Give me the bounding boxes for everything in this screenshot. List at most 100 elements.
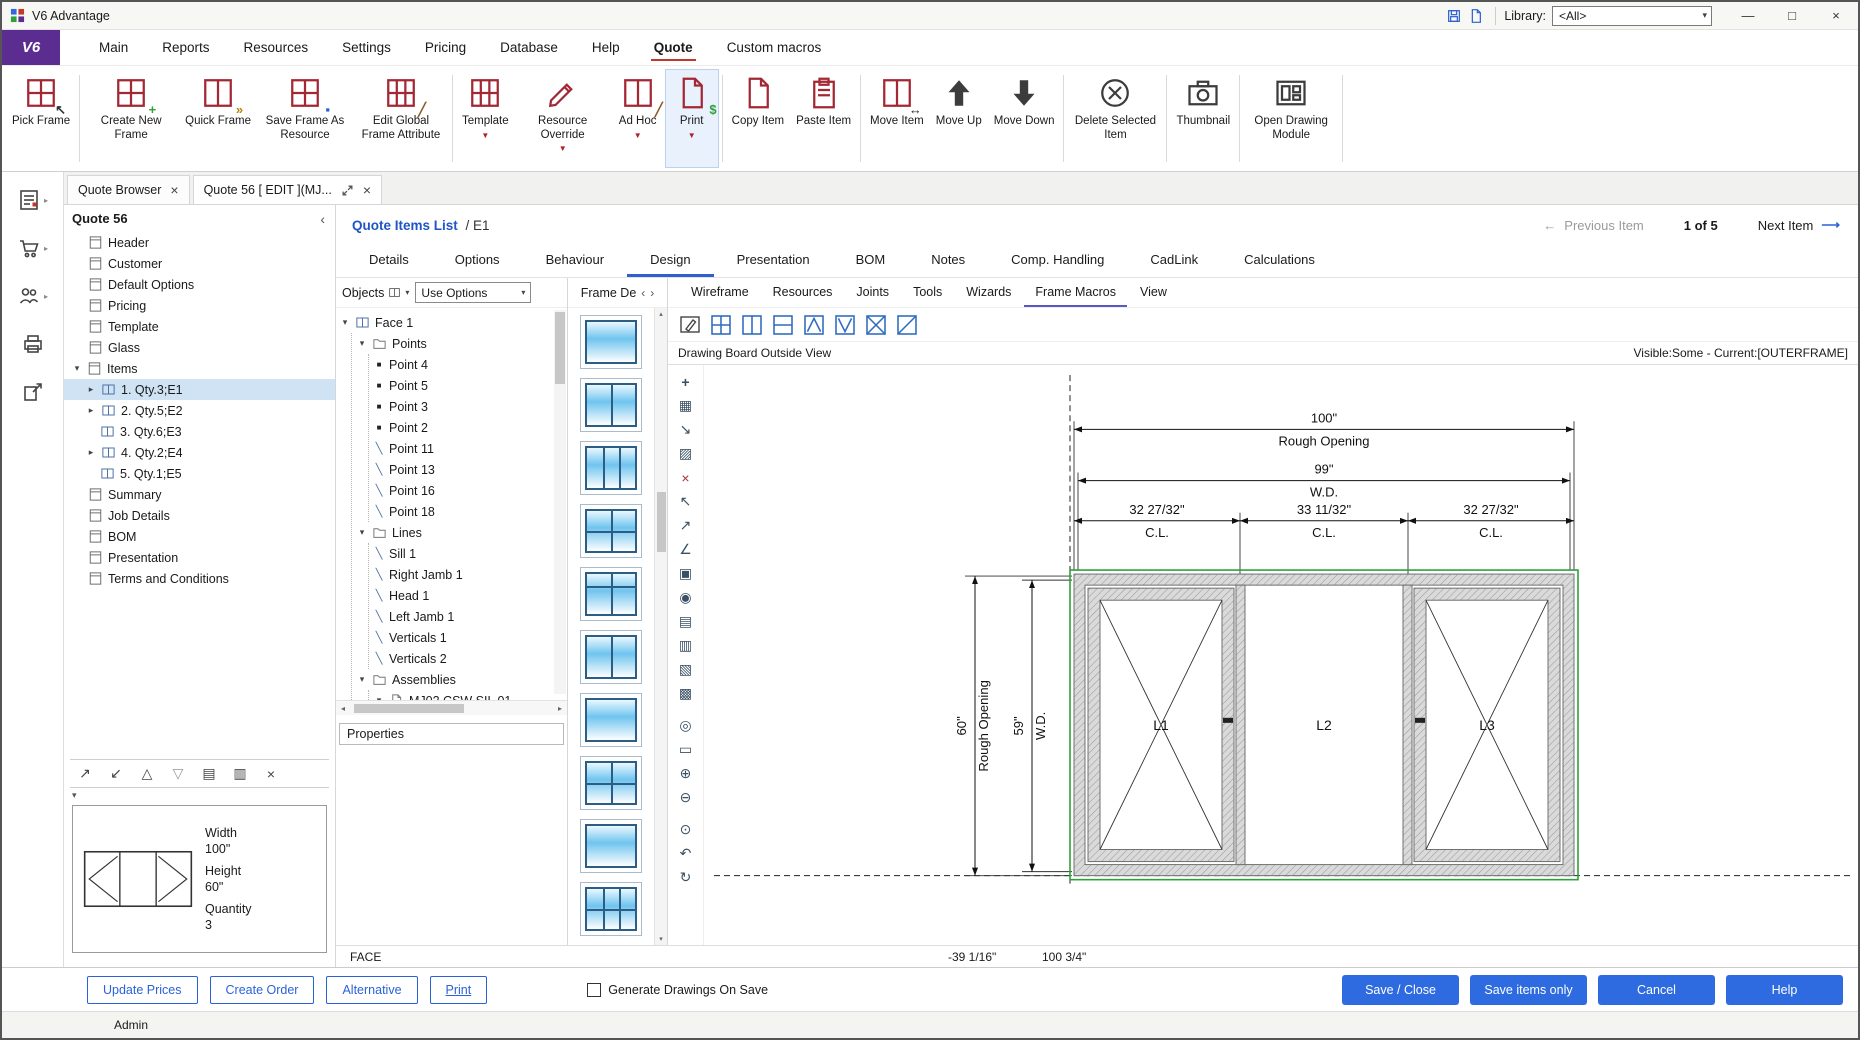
tree-item-job-details[interactable]: Job Details xyxy=(64,505,335,526)
scroll-tabs-left-icon[interactable]: ‹ xyxy=(641,286,645,300)
edit-global-frame-attribute-button[interactable]: ╱ Edit Global Frame Attribute xyxy=(353,69,449,168)
save-icon[interactable] xyxy=(1443,6,1465,26)
menu-custom-macros[interactable]: Custom macros xyxy=(710,30,839,65)
tree-item-default-options[interactable]: Default Options xyxy=(64,274,335,295)
tab-tools[interactable]: Tools xyxy=(902,278,953,307)
tab-wireframe[interactable]: Wireframe xyxy=(680,278,760,307)
tree-item-qty2-e4[interactable]: ▸4. Qty.2;E4 xyxy=(64,442,335,463)
zoom-in-icon[interactable]: ⊕ xyxy=(673,762,699,785)
menu-quote[interactable]: Quote xyxy=(637,30,710,65)
contacts-shortcut[interactable]: ▸ xyxy=(17,284,48,308)
scroll-right-icon[interactable]: ▸ xyxy=(553,704,567,713)
tree-item-presentation[interactable]: Presentation xyxy=(64,547,335,568)
print-panel-shortcut[interactable] xyxy=(21,332,45,356)
paste-item-button[interactable]: Paste Item xyxy=(790,69,857,168)
tree-item-qty1-e5[interactable]: 5. Qty.1;E5 xyxy=(64,463,335,484)
menu-main[interactable]: Main xyxy=(82,30,145,65)
quote-tree-root[interactable]: Quote 56 xyxy=(72,211,128,226)
pan-icon[interactable]: + xyxy=(673,370,699,393)
generate-drawings-checkbox[interactable] xyxy=(587,983,601,997)
resource-override-button[interactable]: Resource Override ▼ xyxy=(515,69,611,168)
tree-item-template[interactable]: Template xyxy=(64,316,335,337)
copy-preview-icon[interactable]: ▤ xyxy=(200,765,218,782)
frame-style-thumbnail[interactable] xyxy=(580,756,642,810)
tree-item-items[interactable]: ▾Items xyxy=(64,358,335,379)
pop-out-icon[interactable]: ↗ xyxy=(76,765,94,782)
close-tab-icon[interactable]: × xyxy=(170,183,178,197)
tree-verticals-2[interactable]: ╲Verticals 2 xyxy=(374,648,553,669)
layers-icon[interactable]: ▧ xyxy=(673,658,699,681)
menu-pricing[interactable]: Pricing xyxy=(408,30,483,65)
save-frame-as-resource-button[interactable]: ▪ Save Frame As Resource xyxy=(257,69,353,168)
tree-point-3[interactable]: ■Point 3 xyxy=(374,396,553,417)
menu-help[interactable]: Help xyxy=(575,30,637,65)
tree-item-glass[interactable]: Glass xyxy=(64,337,335,358)
save-close-button[interactable]: Save / Close xyxy=(1342,975,1459,1005)
use-options-select[interactable]: Use Options ▾ xyxy=(415,282,531,303)
alternative-button[interactable]: Alternative xyxy=(326,976,417,1004)
tab-bom[interactable]: BOM xyxy=(833,245,909,277)
library-select[interactable]: <All> ▾ xyxy=(1552,6,1712,26)
zoom-extents-icon[interactable]: ◎ xyxy=(673,714,699,737)
print-button[interactable]: $ Print ▼ xyxy=(665,69,719,168)
tree-point-13[interactable]: ╲Point 13 xyxy=(374,459,553,480)
tree-item-terms[interactable]: Terms and Conditions xyxy=(64,568,335,589)
select-node-icon[interactable]: ↗ xyxy=(673,514,699,537)
close-button[interactable]: × xyxy=(1814,2,1858,29)
tree-item-summary[interactable]: Summary xyxy=(64,484,335,505)
v6-logo[interactable]: V6 xyxy=(2,30,60,65)
scroll-down-icon[interactable]: ▾ xyxy=(659,935,663,943)
frame-macro-icon[interactable] xyxy=(802,313,826,337)
menu-resources[interactable]: Resources xyxy=(227,30,326,65)
frame-style-thumbnail[interactable] xyxy=(580,882,642,936)
tree-point-5[interactable]: ■Point 5 xyxy=(374,375,553,396)
open-drawing-module-button[interactable]: Open Drawing Module xyxy=(1243,69,1339,168)
scroll-up-icon[interactable]: ▴ xyxy=(659,310,663,318)
tab-resources[interactable]: Resources xyxy=(762,278,844,307)
drawing-board-icon[interactable] xyxy=(678,313,702,337)
create-new-frame-button[interactable]: + Create New Frame xyxy=(83,69,179,168)
breadcrumb-quote-items-list[interactable]: Quote Items List xyxy=(352,218,458,233)
tree-item-header[interactable]: Header xyxy=(64,232,335,253)
save-items-only-button[interactable]: Save items only xyxy=(1470,975,1587,1005)
properties-header[interactable]: Properties xyxy=(339,723,564,745)
menu-database[interactable]: Database xyxy=(483,30,575,65)
tab-calculations[interactable]: Calculations xyxy=(1221,245,1338,277)
triangle-up-icon[interactable]: △ xyxy=(138,765,156,782)
tree-point-16[interactable]: ╲Point 16 xyxy=(374,480,553,501)
expander-icon[interactable]: ▾ xyxy=(374,695,384,700)
expander-icon[interactable]: ▸ xyxy=(86,405,96,416)
triangle-down-icon[interactable]: ▽ xyxy=(169,765,187,782)
save-view-icon[interactable]: ▭ xyxy=(673,738,699,761)
zoom-out-icon[interactable]: ⊖ xyxy=(673,786,699,809)
frame-style-thumbnail[interactable] xyxy=(580,693,642,747)
designer-scrollbar[interactable]: ▴ ▾ xyxy=(654,308,667,945)
maximize-button[interactable]: □ xyxy=(1770,2,1814,29)
next-item-button[interactable]: Next Item⟶ xyxy=(1758,217,1840,233)
tree-point-18[interactable]: ╲Point 18 xyxy=(374,501,553,522)
frame-style-thumbnail[interactable] xyxy=(580,630,642,684)
close-tab-icon[interactable]: × xyxy=(363,183,371,197)
move-up-button[interactable]: Move Up xyxy=(930,69,988,168)
frame-style-thumbnail[interactable] xyxy=(580,504,642,558)
expander-icon[interactable]: ▾ xyxy=(357,527,367,538)
previous-item-button[interactable]: ←Previous Item xyxy=(1543,218,1643,233)
thumbnail-button[interactable]: Thumbnail xyxy=(1170,69,1236,168)
copy-item-button[interactable]: Copy Item xyxy=(726,69,790,168)
tab-behaviour[interactable]: Behaviour xyxy=(523,245,628,277)
zoom-previous-icon[interactable]: ↶ xyxy=(673,842,699,865)
tree-face-1[interactable]: ▾Face 1 xyxy=(340,312,553,333)
mullion-2[interactable] xyxy=(1403,585,1412,864)
shrink-icon[interactable]: ↘ xyxy=(673,418,699,441)
rotate-view-icon[interactable]: ↻ xyxy=(673,866,699,889)
frame-macro-icon[interactable] xyxy=(833,313,857,337)
tree-lines-group[interactable]: ▾Lines xyxy=(357,522,553,543)
frame-style-thumbnail[interactable] xyxy=(580,378,642,432)
share-shortcut[interactable] xyxy=(21,380,45,404)
delete-selected-item-button[interactable]: Delete Selected Item xyxy=(1067,69,1163,168)
quote-browser-shortcut[interactable]: ▸ xyxy=(17,188,48,212)
expander-icon[interactable]: ▾ xyxy=(72,363,82,374)
tab-design[interactable]: Design xyxy=(627,245,713,277)
clipboard-preview-icon[interactable]: ▥ xyxy=(231,765,249,782)
frame-macro-icon[interactable] xyxy=(895,313,919,337)
